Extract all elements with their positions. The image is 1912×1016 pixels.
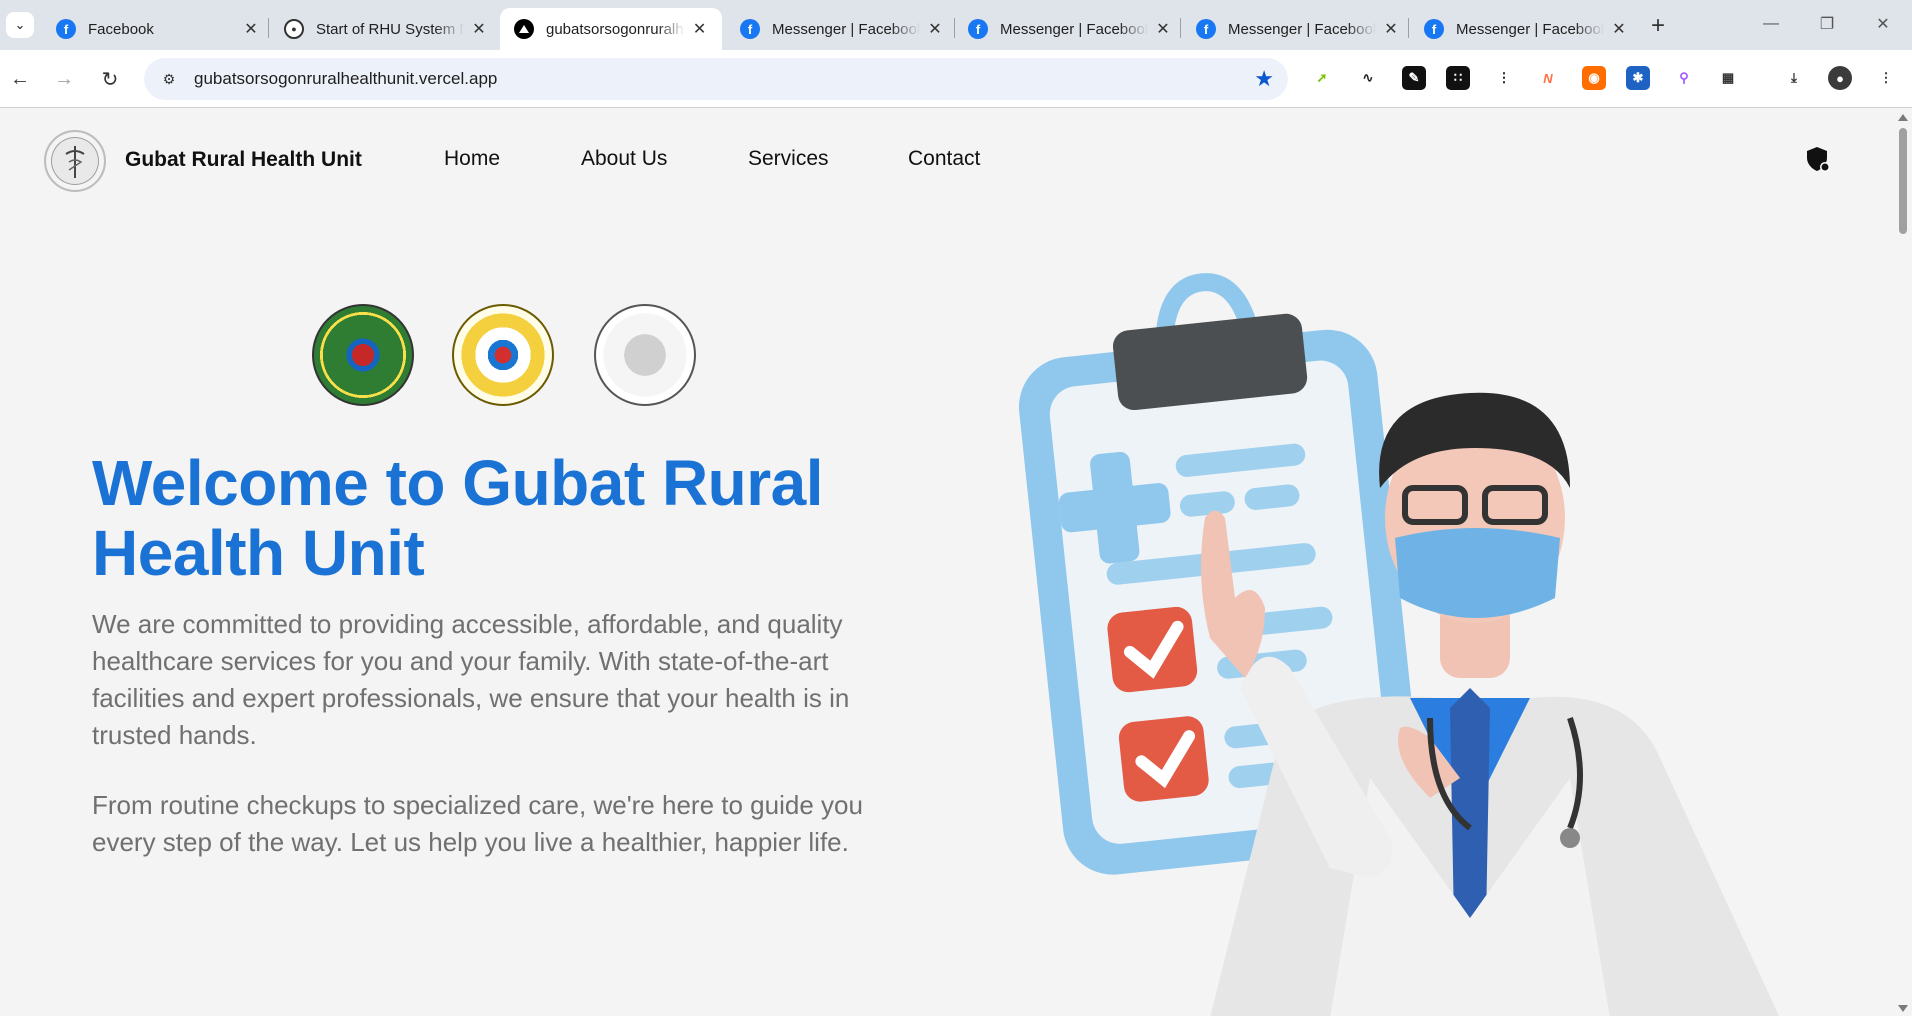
extension-n-icon[interactable]: N <box>1536 66 1560 90</box>
admin-shield-icon[interactable] <box>1806 146 1830 172</box>
facebook-icon: f <box>740 19 760 39</box>
arrow-left-icon: ← <box>10 67 30 90</box>
close-window-button[interactable]: ✕ <box>1858 8 1908 40</box>
close-icon[interactable]: ✕ <box>242 20 260 38</box>
tab-title: Start of RHU System Development <box>316 20 464 38</box>
tab-title: Messenger | Facebook <box>1000 20 1148 38</box>
scroll-up-arrow[interactable] <box>1898 114 1908 121</box>
profile-avatar[interactable]: ● <box>1828 66 1852 90</box>
nav-home-link[interactable]: Home <box>444 147 500 171</box>
close-icon[interactable]: ✕ <box>1382 20 1400 38</box>
close-icon[interactable]: ✕ <box>1154 20 1172 38</box>
scroll-thumb[interactable] <box>1899 128 1907 234</box>
hero-title: Welcome to Gubat Rural Health Unit <box>92 447 824 589</box>
reload-icon: ↻ <box>101 68 119 91</box>
arrow-right-icon: → <box>54 67 74 90</box>
chevron-down-icon: ⌄ <box>14 17 26 32</box>
plus-icon: + <box>1650 12 1665 39</box>
department-of-health-seal <box>312 304 414 406</box>
tab-messenger-2[interactable]: f Messenger | Facebook ✕ <box>954 8 1186 50</box>
address-bar[interactable]: ⚙ gubatsorsogonruralhealthunit.vercel.ap… <box>144 58 1288 100</box>
municipal-health-office-logo[interactable] <box>44 130 106 192</box>
restore-button[interactable]: ❐ <box>1802 8 1852 40</box>
doctor-clipboard-illustration <box>1018 273 1780 1016</box>
tab-title: gubatsorsogonruralhealthunit <box>546 20 685 38</box>
extension-dice-icon[interactable]: ∷ <box>1446 66 1470 90</box>
scroll-down-arrow[interactable] <box>1898 1005 1908 1012</box>
tab-messenger-4[interactable]: f Messenger | Facebook ✕ <box>1410 8 1642 50</box>
nav-contact-link[interactable]: Contact <box>908 147 980 171</box>
reload-button[interactable]: ↻ <box>96 65 124 93</box>
extension-trend-icon[interactable]: ∿ <box>1356 66 1380 90</box>
close-icon[interactable]: ✕ <box>926 20 944 38</box>
tab-search-button[interactable]: ⌄ <box>6 12 34 38</box>
nav-services-link[interactable]: Services <box>748 147 829 171</box>
browser-toolbar: ← → ↻ ⚙ gubatsorsogonruralhealthunit.ver… <box>0 50 1912 108</box>
hero-paragraph-2: From routine checkups to specialized car… <box>92 790 863 857</box>
bayan-ng-gubat-seal <box>452 304 554 406</box>
tab-separator <box>1408 18 1409 38</box>
extensions-puzzle-icon[interactable]: ▦ <box>1716 66 1740 90</box>
menu-kebab-icon[interactable]: ⋮ <box>1874 66 1898 90</box>
extension-dots-icon[interactable]: ⋮ <box>1492 66 1516 90</box>
back-button[interactable]: ← <box>6 65 34 93</box>
download-icon[interactable]: ⤓ <box>1782 66 1806 90</box>
tab-rhu-system[interactable]: ● Start of RHU System Development ✕ <box>270 8 502 50</box>
extension-pin-icon[interactable]: ⚲ <box>1672 66 1696 90</box>
caduceus-icon <box>65 146 85 178</box>
close-icon[interactable]: ✕ <box>691 20 708 38</box>
close-icon: ✕ <box>1876 16 1890 33</box>
facebook-icon: f <box>968 19 988 39</box>
site-brand[interactable]: Gubat Rural Health Unit <box>125 148 362 172</box>
facebook-icon: f <box>56 19 76 39</box>
facebook-icon: f <box>1196 19 1216 39</box>
municipal-health-office-seal <box>594 304 696 406</box>
minimize-button[interactable]: — <box>1746 8 1796 40</box>
extension-record-icon[interactable]: ◉ <box>1582 66 1606 90</box>
tab-title: Facebook <box>88 20 154 38</box>
site-settings-icon[interactable]: ⚙ <box>156 66 182 92</box>
vercel-icon <box>514 19 534 39</box>
extension-cross-icon[interactable]: ✱ <box>1626 66 1650 90</box>
tab-title: Messenger | Facebook <box>1228 20 1376 38</box>
hero-paragraph-1: We are committed to providing accessible… <box>92 609 850 750</box>
rhu-icon: ● <box>284 19 304 39</box>
page-content: Gubat Rural Health Unit Home About Us Se… <box>0 108 1894 1016</box>
tab-messenger-3[interactable]: f Messenger | Facebook ✕ <box>1182 8 1414 50</box>
tab-messenger-1[interactable]: f Messenger | Facebook ✕ <box>726 8 958 50</box>
nav-about-link[interactable]: About Us <box>581 147 667 171</box>
star-icon[interactable]: ★ <box>1254 66 1274 92</box>
facebook-icon: f <box>1424 19 1444 39</box>
tab-separator <box>1180 18 1181 38</box>
tab-gubat-rhu[interactable]: gubatsorsogonruralhealthunit ✕ <box>500 8 722 50</box>
tab-separator <box>268 18 269 38</box>
minimize-icon: — <box>1763 15 1779 32</box>
url-text[interactable]: gubatsorsogonruralhealthunit.vercel.app <box>194 69 497 89</box>
forward-button[interactable]: → <box>50 65 78 93</box>
close-icon[interactable]: ✕ <box>470 20 488 38</box>
extension-pen-icon[interactable]: ✎ <box>1402 66 1426 90</box>
tab-facebook[interactable]: f Facebook ✕ <box>42 8 274 50</box>
tab-title: Messenger | Facebook <box>772 20 920 38</box>
close-icon[interactable]: ✕ <box>1610 20 1628 38</box>
extension-chart-icon[interactable]: ➚ <box>1310 66 1334 90</box>
restore-icon: ❐ <box>1819 16 1835 33</box>
new-tab-button[interactable]: + <box>1644 12 1672 40</box>
site-header: Gubat Rural Health Unit Home About Us Se… <box>0 108 1894 212</box>
tab-strip: ⌄ f Facebook ✕ ● Start of RHU System Dev… <box>0 0 1912 50</box>
tab-title: Messenger | Facebook <box>1456 20 1604 38</box>
page-scrollbar[interactable] <box>1894 108 1912 1016</box>
